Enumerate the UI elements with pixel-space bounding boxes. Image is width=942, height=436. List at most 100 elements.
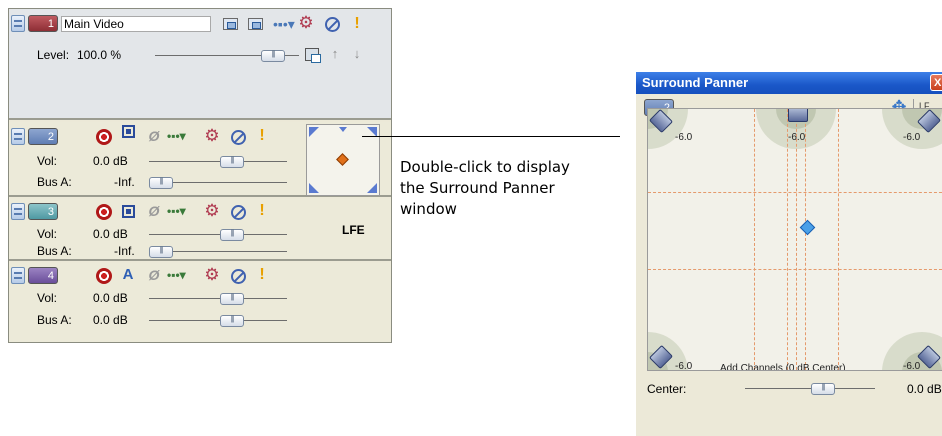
pan-point[interactable]: [799, 219, 816, 236]
grid-line-horizontal: [648, 192, 942, 193]
panning-field[interactable]: -6.0 -6.0 -6.0 -6.0 -6.0 Add Channels (0…: [647, 108, 942, 371]
track-fx-chain-icon[interactable]: •▪•▾: [167, 267, 197, 283]
window-title-bar[interactable]: Surround Panner X: [636, 72, 942, 94]
bus-label: Bus A:: [37, 313, 72, 327]
surround-panner-window: Surround Panner X 2 ✥ LF -6.0: [636, 72, 942, 436]
arm-for-record-icon[interactable]: [96, 129, 112, 145]
grid-line-vertical: [838, 109, 839, 370]
bus-value: -Inf.: [114, 175, 135, 189]
vol-value: 0.0 dB: [93, 291, 128, 305]
solo-icon[interactable]: !: [349, 16, 365, 32]
rear-left-speaker-icon: [309, 183, 319, 193]
callout-text: Double-click to display the Surround Pan…: [400, 157, 620, 220]
mini-surround-panner[interactable]: [306, 124, 380, 196]
track-fx-icon[interactable]: ⚙: [298, 14, 314, 31]
vol-label: Vol:: [37, 154, 58, 168]
solo-icon[interactable]: !: [254, 128, 270, 144]
audio-track-4-header[interactable]: 4 A Ø •▪•▾ ⚙ ! Vol: 0.0 dB Bus A: 0.0 dB: [9, 263, 391, 342]
grid-line-vertical: [796, 109, 797, 370]
level-value: 100.0 %: [77, 48, 122, 62]
center-level: -6.0: [788, 132, 806, 143]
bus-send-slider[interactable]: [149, 245, 287, 258]
invert-phase-icon[interactable]: Ø: [146, 203, 162, 219]
arm-for-record-icon[interactable]: [96, 204, 112, 220]
mute-icon[interactable]: [325, 17, 340, 32]
center-speaker-icon: [339, 127, 347, 132]
center-speaker-icon[interactable]: [788, 109, 808, 122]
vol-value: 0.0 dB: [93, 154, 128, 168]
parent-motion-icon[interactable]: [248, 18, 263, 30]
front-left-speaker-icon: [309, 127, 319, 137]
slider-thumb[interactable]: [220, 314, 244, 327]
compositing-mode-icon[interactable]: [223, 18, 238, 30]
track-minimize-icon[interactable]: [11, 15, 25, 32]
close-icon[interactable]: X: [930, 74, 942, 91]
audio-track-2-header[interactable]: 2 Ø •▪•▾ ⚙ ! Vol: 0.0 dB Bus A: -Inf.: [9, 122, 391, 197]
slider-thumb[interactable]: [261, 49, 285, 62]
grid-line-horizontal: [648, 269, 942, 270]
mute-icon[interactable]: [231, 269, 246, 284]
front-right-level: -6.0: [903, 132, 921, 143]
slider-thumb[interactable]: [149, 245, 173, 258]
lfe-label: LFE: [342, 223, 365, 237]
grid-line-vertical: [805, 109, 806, 370]
track-minimize-icon[interactable]: [11, 267, 25, 284]
invert-phase-icon[interactable]: Ø: [146, 128, 162, 144]
track-fx-icon[interactable]: ⚙: [204, 266, 220, 283]
bus-send-slider[interactable]: [149, 314, 287, 327]
arm-for-record-icon[interactable]: [96, 268, 112, 284]
volume-slider[interactable]: [149, 292, 287, 305]
rear-left-level: -6.0: [675, 361, 693, 371]
video-track-header[interactable]: 1 Main Video •▪•▾ ⚙ ! Level: 100.0 % ↑ ↓: [9, 9, 391, 120]
center-label: Center:: [647, 382, 687, 396]
level-label: Level:: [37, 48, 70, 62]
track-motion-icon[interactable]: •▪•▾: [273, 16, 295, 32]
slider-thumb[interactable]: [220, 292, 244, 305]
slider-thumb[interactable]: [220, 155, 244, 168]
automation-icon[interactable]: A: [120, 267, 136, 283]
bus-label: Bus A:: [37, 175, 72, 189]
callout-leader-line: [362, 136, 620, 137]
generated-media-icon[interactable]: [305, 48, 321, 63]
center-row: Center: 0.0 dB: [647, 379, 942, 399]
track-fx-chain-icon[interactable]: •▪•▾: [167, 203, 197, 219]
bus-value: -Inf.: [114, 244, 135, 258]
solo-icon[interactable]: !: [254, 267, 270, 283]
slider-thumb[interactable]: [220, 228, 244, 241]
invert-phase-icon[interactable]: Ø: [146, 267, 162, 283]
input-monitor-icon[interactable]: [122, 125, 135, 138]
track-number: 3: [28, 203, 58, 220]
center-value: 0.0 dB: [907, 382, 942, 396]
track-fx-chain-icon[interactable]: •▪•▾: [167, 128, 197, 144]
down-arrow-icon[interactable]: ↓: [349, 46, 365, 62]
bus-value: 0.0 dB: [93, 313, 128, 327]
track-fx-icon[interactable]: ⚙: [204, 202, 220, 219]
vol-value: 0.0 dB: [93, 227, 128, 241]
track-fx-icon[interactable]: ⚙: [204, 127, 220, 144]
vol-label: Vol:: [37, 291, 58, 305]
callout-line-1: Double-click to display: [400, 158, 570, 176]
grid-line-vertical: [754, 109, 755, 370]
slider-thumb[interactable]: [149, 176, 173, 189]
track-name-field[interactable]: Main Video: [61, 16, 211, 32]
track-number: 1: [28, 15, 58, 32]
track-minimize-icon[interactable]: [11, 128, 25, 145]
volume-slider[interactable]: [149, 228, 287, 241]
track-list: 1 Main Video •▪•▾ ⚙ ! Level: 100.0 % ↑ ↓…: [8, 8, 392, 343]
callout-line-2: the Surround Panner: [400, 179, 555, 197]
mute-icon[interactable]: [231, 205, 246, 220]
center-slider[interactable]: [745, 382, 875, 395]
mute-icon[interactable]: [231, 130, 246, 145]
volume-slider[interactable]: [149, 155, 287, 168]
front-left-level: -6.0: [675, 132, 693, 143]
input-monitor-icon[interactable]: [122, 205, 135, 218]
up-arrow-icon[interactable]: ↑: [327, 46, 343, 62]
level-slider[interactable]: [155, 49, 299, 62]
track-minimize-icon[interactable]: [11, 203, 25, 220]
audio-track-3-header[interactable]: 3 Ø •▪•▾ ⚙ ! Vol: 0.0 dB LFE Bus A: -Inf…: [9, 199, 391, 261]
callout-line-3: window: [400, 200, 457, 218]
solo-icon[interactable]: !: [254, 203, 270, 219]
add-channels-label: Add Channels (0 dB Center): [720, 363, 846, 371]
bus-send-slider[interactable]: [149, 176, 287, 189]
slider-thumb[interactable]: [811, 382, 835, 395]
